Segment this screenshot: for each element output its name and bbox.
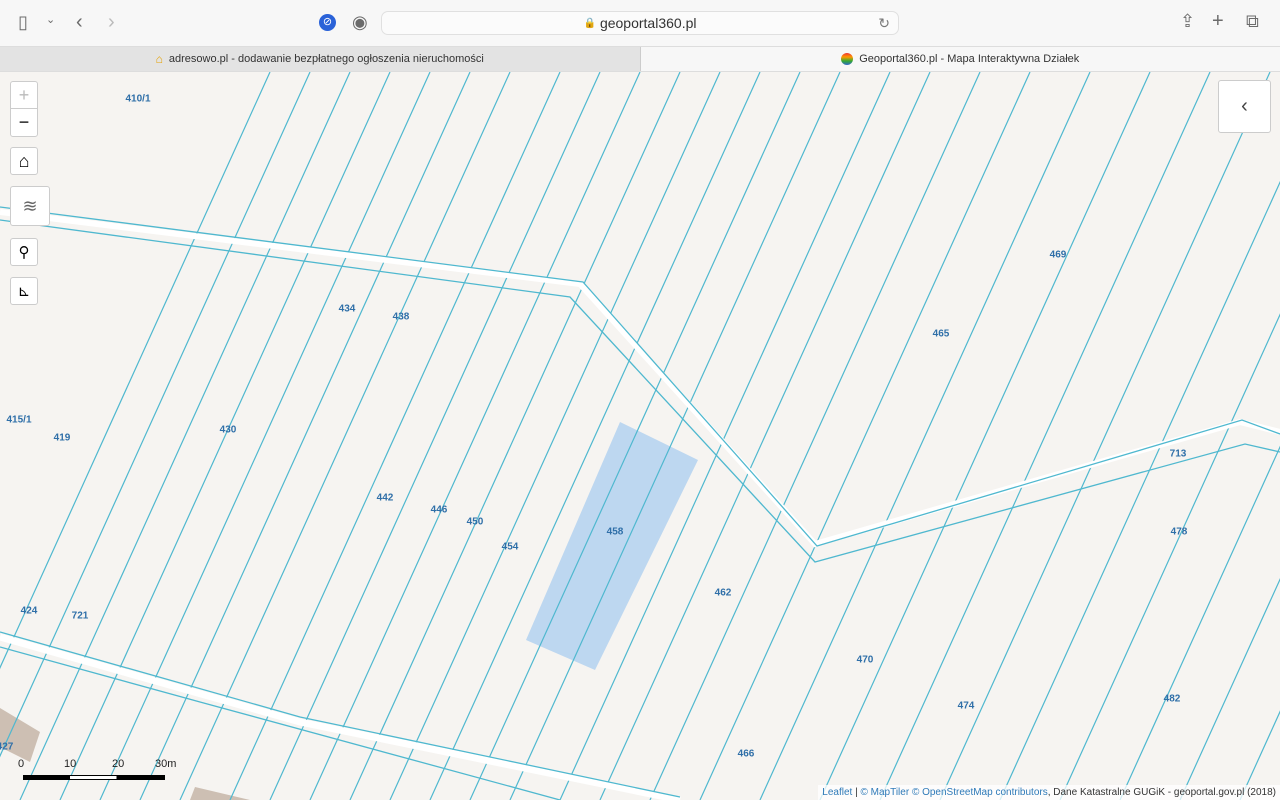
measure-button[interactable]: ⊾: [10, 277, 38, 305]
reader-icon[interactable]: ◉: [352, 13, 368, 31]
parcel-label[interactable]: 450: [467, 517, 484, 528]
parcel-label[interactable]: 465: [933, 329, 950, 340]
parcel-boundary: [229, 72, 561, 800]
parcel-label[interactable]: 462: [715, 588, 732, 599]
parcel-label[interactable]: 458: [607, 527, 624, 538]
browser-toolbar: ▯ ⌄ ‹ › ⊘ ◉ 🔒 geoportal360.pl ↻ ⇪ + ⧉: [0, 0, 1280, 46]
maptiler-link[interactable]: © MapTiler: [860, 787, 909, 798]
parcel-boundary: [309, 72, 641, 800]
forward-icon[interactable]: ›: [108, 12, 115, 32]
parcel-boundary: [819, 72, 1151, 800]
url-text: geoportal360.pl: [599, 15, 697, 31]
chevron-left-icon: ‹: [1241, 95, 1248, 117]
parcel-label[interactable]: 482: [1164, 694, 1181, 705]
parcel-label[interactable]: 424: [21, 606, 38, 617]
parcel-boundary: [699, 72, 1031, 800]
parcel-boundary: [559, 72, 891, 800]
tab-bar: ⌂ adresowo.pl - dodawanie bezpłatnego og…: [0, 46, 1280, 72]
chevron-down-icon[interactable]: ⌄: [46, 15, 55, 26]
osm-link[interactable]: © OpenStreetMap contributors: [912, 787, 1048, 798]
reload-icon[interactable]: ↻: [878, 15, 890, 32]
parcel-boundary: [879, 72, 1211, 800]
parcel-boundary: [649, 72, 981, 800]
adresowo-favicon-icon: ⌂: [155, 52, 163, 66]
geoportal-favicon-icon: [841, 53, 854, 65]
parcel-label[interactable]: 713: [1170, 449, 1187, 460]
parcel-boundary: [599, 72, 931, 800]
parcel-label[interactable]: 427: [0, 742, 13, 753]
sidebar-icon[interactable]: ▯: [18, 13, 28, 31]
search-button[interactable]: ⚲: [10, 238, 38, 266]
lock-icon: 🔒: [583, 17, 596, 29]
building: [0, 708, 40, 762]
parcel-layer: [0, 72, 1280, 800]
parcel-label[interactable]: 474: [958, 701, 975, 712]
parcel-boundary: [469, 72, 801, 800]
parcel-label[interactable]: 446: [431, 505, 448, 516]
parcel-highlight-458: [526, 422, 698, 670]
parcel-label[interactable]: 442: [377, 493, 394, 504]
building: [190, 787, 250, 800]
privacy-icon[interactable]: ⊘: [319, 14, 336, 31]
zoom-control: + −: [10, 81, 38, 137]
parcel-boundary: [509, 72, 841, 800]
home-button[interactable]: ⌂: [10, 147, 38, 175]
leaflet-link[interactable]: Leaflet: [822, 787, 852, 798]
tab-geoportal[interactable]: Geoportal360.pl - Mapa Interaktywna Dzia…: [640, 47, 1280, 71]
scale-tick: 30m: [155, 758, 177, 770]
search-icon: ⚲: [18, 244, 30, 261]
tab-title: Geoportal360.pl - Mapa Interaktywna Dzia…: [859, 53, 1080, 65]
parcel-boundary: [429, 72, 761, 800]
tab-title: adresowo.pl - dodawanie bezpłatnego ogło…: [168, 53, 484, 65]
parcel-label[interactable]: 470: [857, 655, 874, 666]
parcel-label[interactable]: 419: [54, 433, 71, 444]
ruler-icon: ⊾: [17, 283, 31, 300]
zoom-in-button[interactable]: +: [11, 82, 37, 109]
attribution-text: , Dane Katastralne GUGiK - geoportal.gov…: [1047, 787, 1276, 798]
parcel-label[interactable]: 434: [339, 304, 356, 315]
parcel-boundary: [1239, 710, 1280, 800]
zoom-out-button[interactable]: −: [11, 109, 37, 136]
scale-tick: 0: [18, 758, 25, 770]
attribution: Leaflet | © MapTiler © OpenStreetMap con…: [818, 785, 1280, 800]
tab-overview-icon[interactable]: ⧉: [1246, 12, 1259, 30]
address-bar[interactable]: 🔒 geoportal360.pl ↻: [381, 11, 899, 35]
new-tab-icon[interactable]: +: [1212, 11, 1224, 31]
parcel-label[interactable]: 469: [1050, 250, 1067, 261]
scale-tick: 10: [64, 758, 77, 770]
scale-tick: 20: [112, 758, 125, 770]
parcel-label[interactable]: 415/1: [6, 415, 31, 426]
share-icon[interactable]: ⇪: [1180, 12, 1195, 30]
parcel-label[interactable]: 438: [393, 312, 410, 323]
layers-button[interactable]: ≋: [10, 186, 50, 226]
parcel-label[interactable]: 410/1: [125, 94, 150, 105]
layers-icon: ≋: [22, 195, 38, 216]
parcel-label[interactable]: 478: [1171, 527, 1188, 538]
parcel-label[interactable]: 721: [72, 611, 89, 622]
parcel-boundary: [939, 72, 1271, 800]
parcel-boundary: [389, 72, 721, 800]
parcel-boundary: [179, 72, 511, 800]
parcel-boundary: [999, 180, 1280, 800]
parcel-boundary: [269, 72, 601, 800]
parcel-label[interactable]: 454: [502, 542, 519, 553]
parcel-label[interactable]: 430: [220, 425, 237, 436]
parcel-boundary: [59, 72, 391, 800]
parcel-label[interactable]: 466: [738, 749, 755, 760]
tab-adresowo[interactable]: ⌂ adresowo.pl - dodawanie bezpłatnego og…: [0, 47, 641, 71]
sidebar-toggle-button[interactable]: ‹: [1218, 80, 1271, 133]
back-icon[interactable]: ‹: [76, 12, 83, 32]
map-view[interactable]: 410/1 434 438 469 465 415/1 419 430 442 446 450 454…: [0, 72, 1280, 800]
parcel-boundary: [0, 72, 311, 758]
parcel-boundary: [759, 72, 1091, 800]
home-icon: ⌂: [18, 150, 30, 171]
scale-bar-graphic: [23, 775, 165, 780]
parcel-boundary: [99, 72, 431, 800]
